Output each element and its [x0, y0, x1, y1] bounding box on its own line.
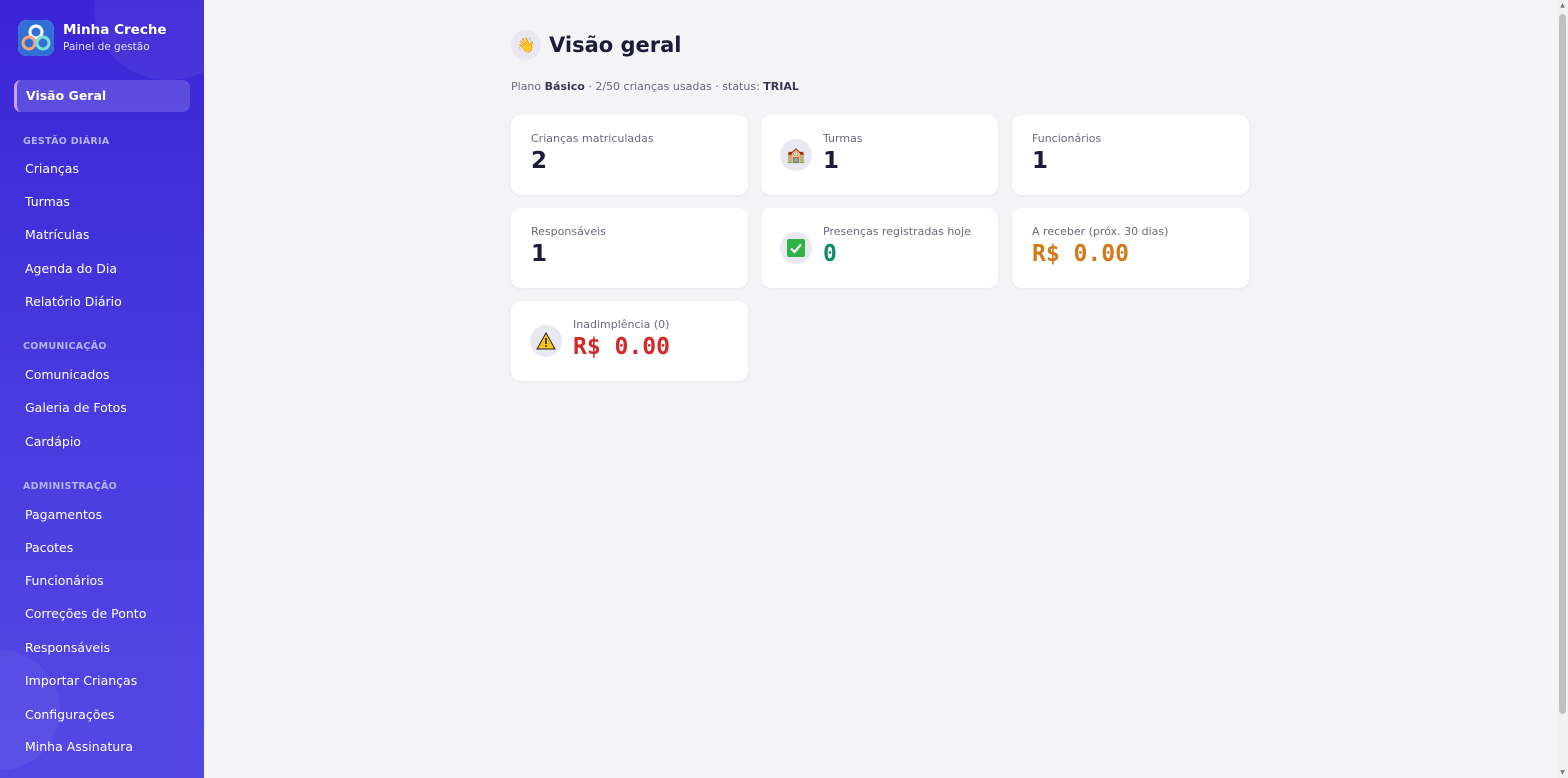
sidebar-item-agenda-do-dia[interactable]: Agenda do Dia: [25, 261, 117, 276]
sidebar-item-minha-assinatura[interactable]: Minha Assinatura: [25, 739, 133, 754]
sidebar-item-comunicados[interactable]: Comunicados: [25, 367, 110, 382]
sidebar-item-responsaveis[interactable]: Responsáveis: [25, 640, 110, 655]
stat-card-turmas: 🏫 Turmas 1: [761, 115, 998, 195]
stat-card-inadimplencia: Inadimplência (0) R$ 0.00: [511, 301, 748, 381]
stat-label: Responsáveis: [531, 225, 606, 238]
section-title-administracao: ADMINISTRAÇÃO: [23, 481, 118, 492]
scrollbar[interactable]: ▲ ▼: [1557, 0, 1568, 778]
sidebar-item-visao-geral[interactable]: Visão Geral: [14, 80, 190, 112]
stat-card-criancas: Crianças matriculadas 2: [511, 115, 748, 195]
stat-card-presencas: Presenças registradas hoje 0: [761, 208, 998, 288]
stat-label: A receber (próx. 30 dias): [1032, 225, 1169, 238]
section-title-gestao-diaria: GESTÃO DIÁRIA: [23, 136, 110, 147]
section-title-comunicacao: COMUNICAÇÃO: [23, 341, 107, 352]
school-icon: 🏫: [780, 139, 812, 171]
brand-subtitle: Painel de gestão: [63, 40, 150, 53]
page-header: 👋 Visão geral: [511, 30, 682, 60]
brand-title: Minha Creche: [63, 21, 167, 38]
stat-value: 0: [823, 241, 837, 267]
sidebar-item-pacotes[interactable]: Pacotes: [25, 540, 73, 555]
stat-value: 1: [823, 148, 840, 174]
brand[interactable]: Minha Creche Painel de gestão: [18, 20, 167, 56]
plan-name: Básico: [544, 80, 585, 93]
sidebar-item-matriculas[interactable]: Matrículas: [25, 227, 89, 242]
stat-value: R$ 0.00: [573, 334, 670, 360]
stat-label: Presenças registradas hoje: [823, 225, 971, 238]
sidebar-item-galeria-de-fotos[interactable]: Galeria de Fotos: [25, 400, 127, 415]
stat-card-responsaveis: Responsáveis 1: [511, 208, 748, 288]
scrollbar-thumb[interactable]: [1559, 14, 1566, 714]
plan-usage: · 2/50 crianças usadas · status:: [588, 80, 760, 93]
sidebar-item-criancas[interactable]: Crianças: [25, 161, 79, 176]
sidebar-item-relatorio-diario[interactable]: Relatório Diário: [25, 294, 122, 309]
stat-card-a-receber: A receber (próx. 30 dias) R$ 0.00: [1012, 208, 1249, 288]
stat-label: Crianças matriculadas: [531, 132, 654, 145]
sidebar-item-correcoes-de-ponto[interactable]: Correções de Ponto: [25, 606, 146, 621]
sidebar-item-cardapio[interactable]: Cardápio: [25, 434, 81, 449]
stat-value: 1: [1032, 148, 1049, 174]
logo-icon: [18, 20, 54, 56]
stat-value: R$ 0.00: [1032, 241, 1129, 267]
scroll-up-icon[interactable]: ▲: [1559, 2, 1566, 9]
stat-label: Turmas: [823, 132, 863, 145]
sidebar-item-pagamentos[interactable]: Pagamentos: [25, 507, 102, 522]
check-icon: [780, 232, 812, 264]
warning-icon: [530, 325, 562, 357]
sidebar-item-importar-criancas[interactable]: Importar Crianças: [25, 673, 137, 688]
sidebar-item-configuracoes[interactable]: Configurações: [25, 707, 115, 722]
plan-info: Plano Básico · 2/50 crianças usadas · st…: [511, 80, 799, 93]
stat-card-funcionarios: Funcionários 1: [1012, 115, 1249, 195]
sidebar-item-turmas[interactable]: Turmas: [25, 194, 70, 209]
stat-value: 1: [531, 241, 548, 267]
sidebar: Minha Creche Painel de gestão Visão Gera…: [0, 0, 204, 778]
plan-prefix: Plano: [511, 80, 542, 93]
waving-hand-icon: 👋: [511, 30, 541, 60]
scroll-down-icon[interactable]: ▼: [1559, 769, 1566, 776]
page-title: Visão geral: [549, 33, 682, 57]
stat-label: Inadimplência (0): [573, 318, 670, 331]
sidebar-item-funcionarios[interactable]: Funcionários: [25, 573, 104, 588]
stat-label: Funcionários: [1032, 132, 1102, 145]
plan-status: TRIAL: [763, 80, 799, 93]
stat-value: 2: [531, 148, 548, 174]
